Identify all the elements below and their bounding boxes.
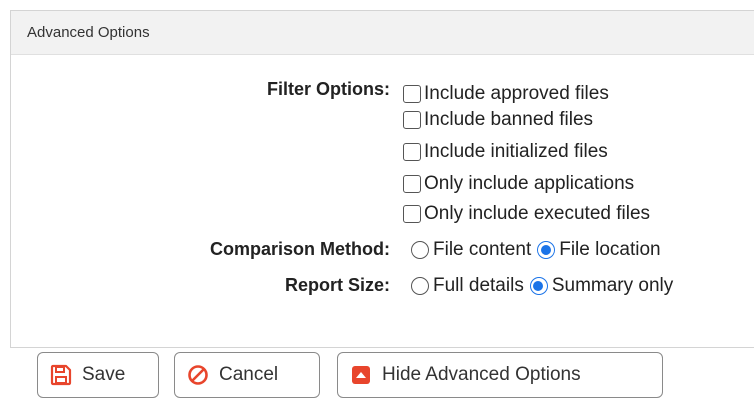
collapse-up-icon <box>350 364 372 386</box>
checkbox-box[interactable] <box>403 85 421 103</box>
checkbox-label: Only include applications <box>424 173 635 194</box>
comparison-method-radio-group: File content File location <box>411 239 667 261</box>
radio-full-details[interactable] <box>411 277 429 295</box>
cancel-button[interactable]: Cancel <box>174 352 320 398</box>
save-button-label: Save <box>82 364 126 385</box>
filter-options-label: Filter Options: <box>267 79 390 99</box>
save-button[interactable]: Save <box>37 352 159 398</box>
advanced-options-panel: Advanced Options Filter Options: Include… <box>10 10 754 348</box>
radio-summary-only[interactable] <box>529 277 548 295</box>
checkbox-box[interactable] <box>403 143 421 161</box>
checkbox-label: Only include executed files <box>424 203 651 224</box>
save-icon <box>50 364 72 386</box>
checkbox-label: Include approved files <box>424 83 609 104</box>
checkbox-only-include-applications[interactable]: Only include applications <box>403 173 634 195</box>
panel-title: Advanced Options <box>11 11 754 55</box>
checkbox-only-include-executed-files[interactable]: Only include executed files <box>403 203 650 225</box>
radio-full-details-label: Full details <box>433 275 524 296</box>
report-size-label: Report Size: <box>284 275 390 295</box>
checkbox-box[interactable] <box>403 205 421 223</box>
hide-advanced-options-button[interactable]: Hide Advanced Options <box>337 352 663 398</box>
checkbox-label: Include banned files <box>424 109 594 130</box>
checkbox-include-approved-files[interactable]: Include approved files <box>403 83 609 105</box>
report-size-radio-group: Full details Summary only <box>411 275 679 297</box>
radio-summary-only-label: Summary only <box>551 275 674 296</box>
checkbox-box[interactable] <box>403 111 421 129</box>
checkbox-box[interactable] <box>403 175 421 193</box>
cancel-button-label: Cancel <box>219 364 279 385</box>
cancel-icon <box>187 364 209 386</box>
radio-file-location[interactable] <box>537 241 556 259</box>
checkbox-include-initialized-files[interactable]: Include initialized files <box>403 141 608 163</box>
checkbox-label: Include initialized files <box>424 141 608 162</box>
comparison-method-label: Comparison Method: <box>210 239 390 259</box>
radio-file-location-label: File location <box>559 239 661 260</box>
checkbox-include-banned-files[interactable]: Include banned files <box>403 109 593 131</box>
radio-file-content[interactable] <box>411 241 429 259</box>
hide-advanced-options-label: Hide Advanced Options <box>382 364 581 385</box>
radio-file-content-label: File content <box>433 239 532 260</box>
